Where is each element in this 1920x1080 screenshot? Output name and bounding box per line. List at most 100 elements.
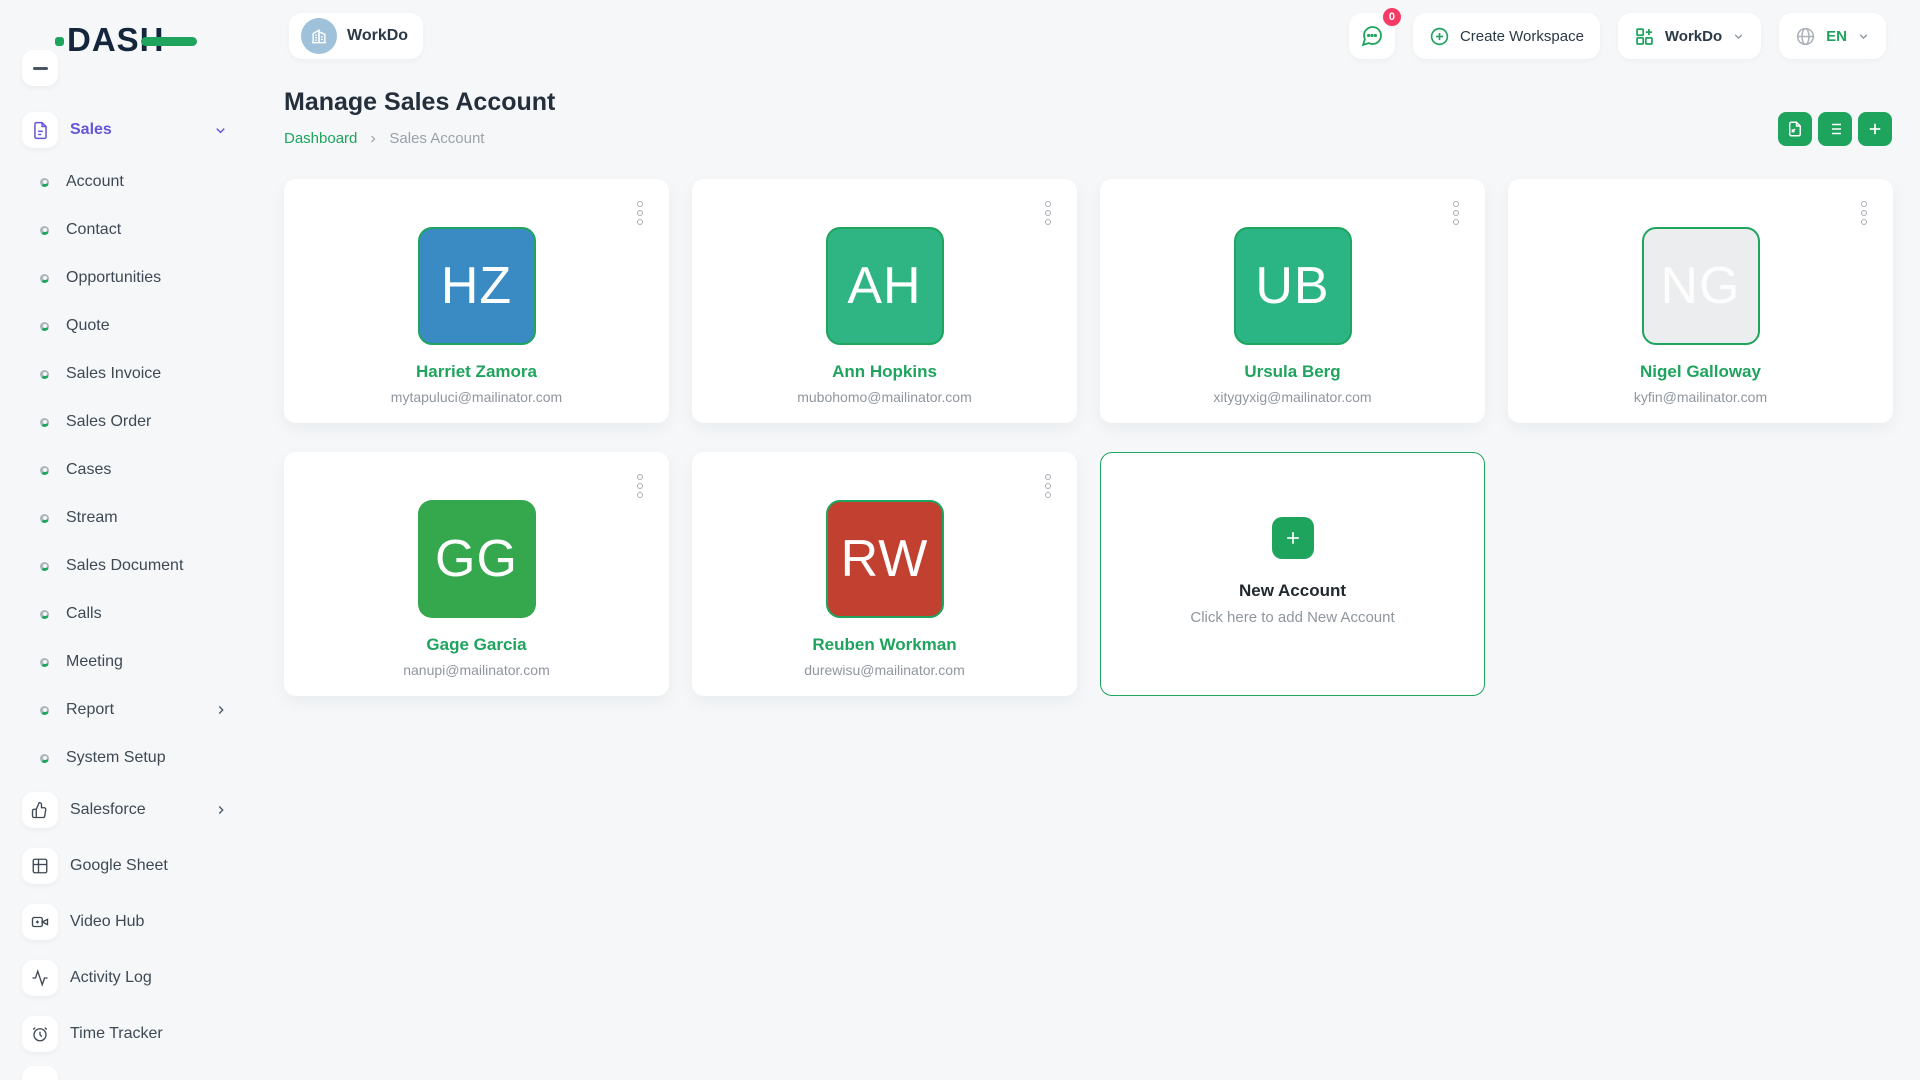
chevron-down-icon bbox=[1857, 30, 1870, 43]
plus-icon bbox=[1866, 120, 1884, 138]
bullet-icon bbox=[40, 658, 49, 667]
bullet-icon bbox=[40, 178, 49, 187]
sidebar-item-label: Sales bbox=[70, 121, 112, 139]
language-code: EN bbox=[1826, 28, 1847, 45]
sidebar-item-salesforce[interactable]: Salesforce bbox=[0, 786, 246, 834]
sidebar-item-contact[interactable]: Contact bbox=[0, 206, 246, 254]
sidebar-item-label: Video Hub bbox=[70, 913, 144, 931]
sidebar-item-opportunities[interactable]: Opportunities bbox=[0, 254, 246, 302]
account-card: GG Gage Garcia nanupi@mailinator.com bbox=[284, 452, 669, 696]
page-title: Manage Sales Account bbox=[284, 88, 555, 117]
sidebar-item-quote[interactable]: Quote bbox=[0, 302, 246, 350]
sidebar-item-account[interactable]: Account bbox=[0, 158, 246, 206]
plus-circle-icon bbox=[1429, 26, 1450, 47]
topbar-right: 0 Create Workspace WorkDo EN bbox=[1349, 13, 1886, 59]
account-name-link[interactable]: Reuben Workman bbox=[812, 635, 956, 655]
sidebar-item-cases[interactable]: Cases bbox=[0, 446, 246, 494]
sidebar-item-label: Opportunities bbox=[66, 269, 161, 287]
sidebar-item-google-sheet[interactable]: Google Sheet bbox=[0, 842, 246, 890]
card-menu-button[interactable] bbox=[635, 199, 645, 227]
building-icon bbox=[301, 18, 337, 54]
workspace-switcher-label: WorkDo bbox=[1665, 28, 1722, 45]
account-name-link[interactable]: Ann Hopkins bbox=[832, 362, 937, 382]
account-card: NG Nigel Galloway kyfin@mailinator.com bbox=[1508, 179, 1893, 423]
bullet-icon bbox=[40, 274, 49, 283]
sidebar-item-label: Sales Order bbox=[66, 413, 151, 431]
sidebar-item-sales[interactable]: Sales bbox=[0, 106, 246, 154]
account-email: nanupi@mailinator.com bbox=[403, 662, 550, 678]
bullet-icon bbox=[40, 610, 49, 619]
sidebar-item-report[interactable]: Report bbox=[0, 686, 246, 734]
sidebar-item-label: Contact bbox=[66, 221, 121, 239]
card-menu-button[interactable] bbox=[1859, 199, 1869, 227]
account-email: durewisu@mailinator.com bbox=[804, 662, 965, 678]
sidebar-item-video-hub[interactable]: Video Hub bbox=[0, 898, 246, 946]
avatar: NG bbox=[1642, 227, 1760, 345]
account-card: HZ Harriet Zamora mytapuluci@mailinator.… bbox=[284, 179, 669, 423]
card-menu-button[interactable] bbox=[635, 472, 645, 500]
sidebar-item-label: Sales Invoice bbox=[66, 365, 161, 383]
sidebar-item-label: Activity Log bbox=[70, 969, 152, 987]
sidebar-item-meeting[interactable]: Meeting bbox=[0, 638, 246, 686]
create-workspace-label: Create Workspace bbox=[1460, 28, 1584, 45]
alarm-clock-icon bbox=[22, 1016, 58, 1052]
chevron-down-icon bbox=[213, 123, 228, 138]
messages-button[interactable]: 0 bbox=[1349, 13, 1395, 59]
bullet-icon bbox=[40, 514, 49, 523]
bullet-icon bbox=[40, 754, 49, 763]
table-icon bbox=[22, 848, 58, 884]
account-card: RW Reuben Workman durewisu@mailinator.co… bbox=[692, 452, 1077, 696]
sidebar-item-sales-invoice[interactable]: Sales Invoice bbox=[0, 350, 246, 398]
account-name-link[interactable]: Nigel Galloway bbox=[1640, 362, 1761, 382]
sidebar-item-label: Meeting bbox=[66, 653, 123, 671]
chevron-down-icon bbox=[1732, 30, 1745, 43]
sidebar-item-label: Calls bbox=[66, 605, 102, 623]
workspace-switcher[interactable]: WorkDo bbox=[1618, 13, 1761, 59]
card-menu-button[interactable] bbox=[1043, 199, 1053, 227]
menu-collapse-button[interactable] bbox=[22, 50, 58, 86]
new-account-card[interactable]: New Account Click here to add New Accoun… bbox=[1100, 452, 1485, 696]
sidebar-next-item-partial[interactable] bbox=[22, 1066, 58, 1080]
account-email: xitygyxig@mailinator.com bbox=[1213, 389, 1371, 405]
messages-count-badge: 0 bbox=[1381, 6, 1403, 28]
document-icon bbox=[22, 112, 58, 148]
add-account-button[interactable] bbox=[1858, 112, 1892, 146]
account-name-link[interactable]: Harriet Zamora bbox=[416, 362, 537, 382]
account-name-link[interactable]: Gage Garcia bbox=[426, 635, 526, 655]
workspace-pill[interactable]: WorkDo bbox=[289, 13, 423, 59]
bullet-icon bbox=[40, 226, 49, 235]
account-name-link[interactable]: Ursula Berg bbox=[1244, 362, 1340, 382]
header-actions bbox=[1778, 112, 1892, 146]
language-selector[interactable]: EN bbox=[1779, 13, 1886, 59]
sidebar-item-label: Sales Document bbox=[66, 557, 183, 575]
sidebar-item-label: Salesforce bbox=[70, 801, 146, 819]
sidebar-item-system-setup[interactable]: System Setup bbox=[0, 734, 246, 782]
bullet-icon bbox=[40, 370, 49, 379]
workspace-name: WorkDo bbox=[347, 27, 408, 45]
breadcrumb-dashboard-link[interactable]: Dashboard bbox=[284, 130, 357, 147]
card-menu-button[interactable] bbox=[1043, 472, 1053, 500]
avatar: HZ bbox=[418, 227, 536, 345]
account-card: AH Ann Hopkins mubohomo@mailinator.com bbox=[692, 179, 1077, 423]
sidebar-item-sales-order[interactable]: Sales Order bbox=[0, 398, 246, 446]
sidebar-item-calls[interactable]: Calls bbox=[0, 590, 246, 638]
new-account-title: New Account bbox=[1239, 581, 1346, 601]
avatar: GG bbox=[418, 500, 536, 618]
chevron-right-icon bbox=[367, 133, 379, 145]
activity-pulse-icon bbox=[22, 960, 58, 996]
app-logo[interactable]: DASH bbox=[67, 22, 197, 58]
export-button[interactable] bbox=[1778, 112, 1812, 146]
sidebar-item-label: Stream bbox=[66, 509, 118, 527]
sidebar-item-activity-log[interactable]: Activity Log bbox=[0, 954, 246, 1002]
sidebar-item-time-tracker[interactable]: Time Tracker bbox=[0, 1010, 246, 1058]
plus-icon bbox=[1272, 517, 1314, 559]
list-view-button[interactable] bbox=[1818, 112, 1852, 146]
file-export-icon bbox=[1786, 120, 1804, 138]
sidebar-item-label: Cases bbox=[66, 461, 111, 479]
account-email: mubohomo@mailinator.com bbox=[797, 389, 972, 405]
sidebar-item-sales-document[interactable]: Sales Document bbox=[0, 542, 246, 590]
create-workspace-button[interactable]: Create Workspace bbox=[1413, 13, 1600, 59]
sidebar-item-stream[interactable]: Stream bbox=[0, 494, 246, 542]
bullet-icon bbox=[40, 562, 49, 571]
card-menu-button[interactable] bbox=[1451, 199, 1461, 227]
